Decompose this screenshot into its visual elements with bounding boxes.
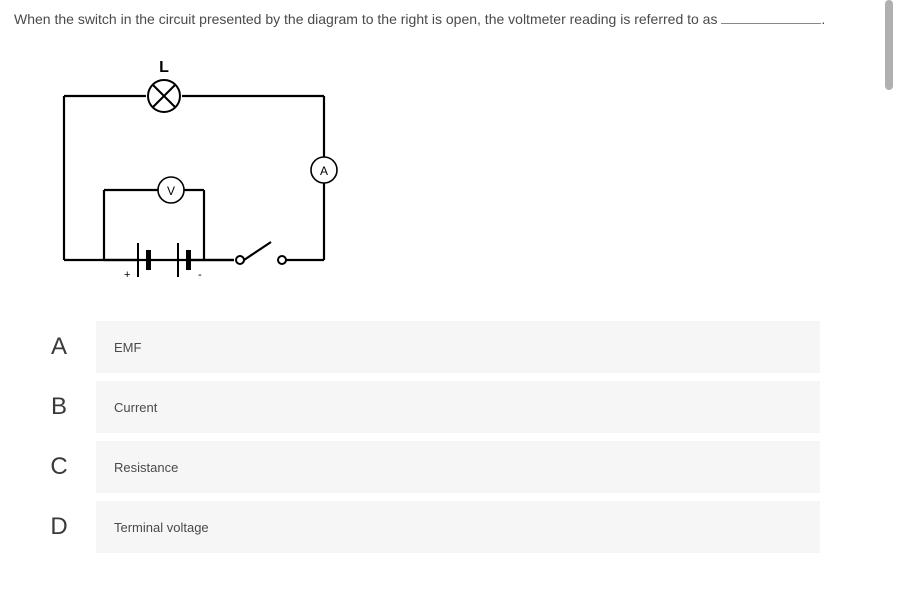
option-a[interactable]: A EMF [28, 321, 820, 373]
lamp-label: L [159, 60, 169, 76]
fill-blank [721, 10, 821, 24]
options-list: A EMF B Current C Resistance D Terminal … [28, 321, 820, 553]
option-letter: D [28, 501, 90, 553]
option-text: Resistance [96, 441, 820, 493]
question-after: . [821, 11, 825, 27]
option-text: Current [96, 381, 820, 433]
option-text: Terminal voltage [96, 501, 820, 553]
question-before: When the switch in the circuit presented… [14, 11, 721, 27]
option-b[interactable]: B Current [28, 381, 820, 433]
option-letter: C [28, 441, 90, 493]
option-c[interactable]: C Resistance [28, 441, 820, 493]
circuit-diagram: L A V [34, 60, 858, 295]
circuit-svg: L A V [34, 60, 344, 290]
scrollbar[interactable] [885, 0, 893, 594]
ammeter-label: A [320, 164, 328, 178]
question-text: When the switch in the circuit presented… [14, 8, 858, 30]
polarity-minus: - [198, 269, 202, 281]
polarity-plus: + [124, 269, 130, 281]
option-letter: B [28, 381, 90, 433]
option-d[interactable]: D Terminal voltage [28, 501, 820, 553]
voltmeter-label: V [167, 184, 175, 198]
option-text: EMF [96, 321, 820, 373]
option-letter: A [28, 321, 90, 373]
scroll-thumb[interactable] [885, 0, 893, 90]
